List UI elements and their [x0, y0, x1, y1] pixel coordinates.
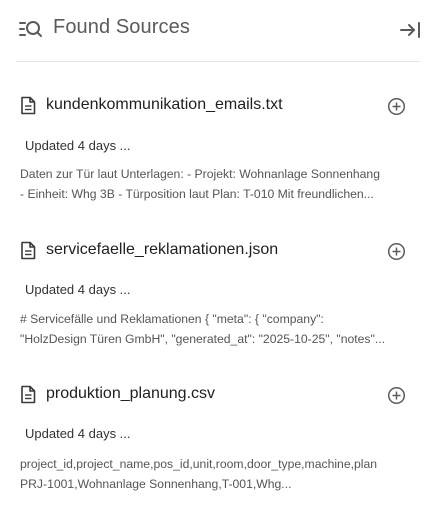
- plus-circle-icon: [387, 386, 406, 405]
- source-preview: project_id,project_name,pos_id,unit,room…: [20, 454, 416, 494]
- preview-line: - Einheit: Whg 3B - Türposition laut Pla…: [20, 187, 374, 201]
- source-updated: Updated 4 days ...: [25, 138, 131, 153]
- add-source-button[interactable]: [387, 242, 406, 261]
- source-preview: Daten zur Tür laut Unterlagen: - Projekt…: [20, 164, 416, 204]
- source-file-name[interactable]: produktion_planung.csv: [46, 385, 215, 403]
- preview-line: PRJ-1001,Wohnanlage Sonnenhang,T-001,Whg…: [20, 477, 292, 491]
- found-sources-panel: Found Sources kundenkommunikation_emails…: [0, 0, 441, 512]
- preview-line: project_id,project_name,pos_id,unit,room…: [20, 457, 378, 471]
- plus-circle-icon: [387, 242, 406, 261]
- add-source-button[interactable]: [387, 386, 406, 405]
- file-icon: [20, 385, 36, 404]
- preview-line: "HolzDesign Türen GmbH", "generated_at":…: [20, 332, 385, 346]
- source-updated: Updated 4 days ...: [25, 282, 131, 297]
- source-item: produktion_planung.csv Updated 4 days ..…: [0, 0, 441, 491]
- source-updated: Updated 4 days ...: [25, 426, 131, 441]
- preview-line: Daten zur Tür laut Unterlagen: - Projekt…: [20, 167, 380, 181]
- source-file-name[interactable]: servicefaelle_reklamationen.json: [46, 241, 278, 259]
- file-icon: [20, 241, 36, 260]
- preview-line: # Servicefälle und Reklamationen { "meta…: [20, 312, 324, 326]
- source-preview: # Servicefälle und Reklamationen { "meta…: [20, 309, 416, 349]
